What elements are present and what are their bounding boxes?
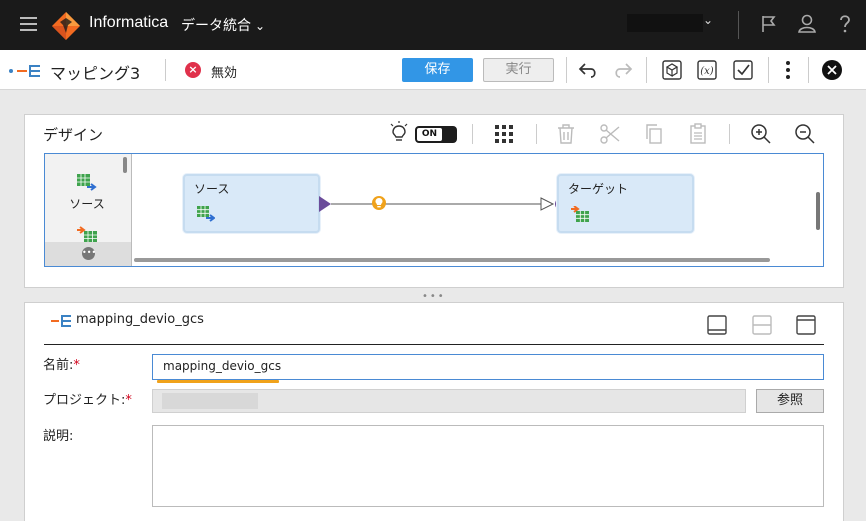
name-label: 名前:* (43, 354, 80, 373)
divider (165, 59, 166, 81)
palette-scrollbar[interactable] (123, 157, 127, 173)
zoom-in-icon[interactable] (749, 122, 773, 146)
redo-icon[interactable] (612, 59, 634, 81)
redacted-value (162, 393, 258, 409)
panel-split-layout-icon[interactable] (751, 314, 773, 336)
paste-icon[interactable] (686, 122, 710, 146)
source-icon (197, 206, 215, 222)
lightbulb-icon[interactable] (387, 120, 411, 144)
toggle-label: ON (417, 128, 442, 141)
svg-text:(x): (x) (700, 66, 714, 77)
panel-bottom-layout-icon[interactable] (706, 314, 728, 336)
mapping-canvas[interactable]: ソース ••• ソース ターゲット (44, 153, 824, 267)
required-mark: * (125, 393, 132, 408)
panel-maximize-layout-icon[interactable] (795, 314, 817, 336)
properties-panel: mapping_devio_gcs 名前:* mapping_devio_gcs… (24, 302, 844, 521)
source-node[interactable]: ソース (183, 174, 320, 233)
cut-icon[interactable] (598, 122, 622, 146)
design-panel: デザイン ON ソース ••• ソース ターゲット (24, 114, 844, 288)
source-transform-icon[interactable] (77, 174, 97, 192)
smart-match-toggle[interactable]: ON (415, 126, 457, 143)
divider (808, 57, 809, 83)
divider (768, 57, 769, 83)
undo-icon[interactable] (577, 59, 599, 81)
properties-title: mapping_devio_gcs (76, 312, 204, 327)
palette-footer: ••• (45, 242, 131, 266)
user-menu[interactable] (627, 14, 703, 32)
target-node[interactable]: ターゲット (557, 174, 694, 233)
chevron-down-icon: ⌄ (255, 19, 266, 33)
name-field[interactable]: mapping_devio_gcs (152, 354, 824, 380)
mapping-title: マッピング3 (50, 64, 141, 83)
save-button[interactable]: 保存 (402, 58, 473, 82)
product-name: データ統合 (181, 18, 251, 34)
mapping-icon (51, 315, 71, 327)
divider (536, 124, 537, 144)
link-warning-icon[interactable] (371, 195, 387, 211)
project-field (152, 389, 746, 413)
package-icon[interactable] (661, 59, 683, 81)
run-button[interactable]: 実行 (483, 58, 554, 82)
node-label: ソース (194, 182, 230, 196)
menu-icon[interactable] (20, 17, 37, 31)
trash-icon[interactable] (554, 122, 578, 146)
project-label-text: プロジェクト: (43, 393, 126, 408)
divider (729, 124, 730, 144)
panel-resize-handle[interactable]: ••• (422, 291, 446, 302)
parameter-icon[interactable]: (x) (696, 59, 718, 81)
canvas-horizontal-scrollbar[interactable] (134, 258, 770, 262)
validate-icon[interactable] (732, 59, 754, 81)
transformation-palette: ソース ••• (45, 154, 132, 266)
link-connector[interactable] (317, 192, 567, 216)
canvas-vertical-scrollbar[interactable] (816, 192, 820, 230)
chevron-down-icon[interactable]: ⌄ (703, 13, 713, 27)
more-icon[interactable]: ••• (82, 247, 96, 260)
informatica-logo-icon (52, 12, 80, 40)
project-label: プロジェクト:* (43, 389, 132, 408)
copy-icon[interactable] (642, 122, 666, 146)
divider (44, 344, 824, 345)
user-icon[interactable] (796, 13, 818, 35)
mapping-icon (9, 65, 40, 77)
grid-layout-icon[interactable] (492, 122, 516, 146)
product-switcher[interactable]: データ統合 ⌄ (181, 15, 265, 35)
palette-source-label[interactable]: ソース (45, 195, 129, 212)
close-icon[interactable] (821, 59, 843, 81)
help-icon[interactable] (834, 13, 856, 35)
browse-button[interactable]: 参照 (756, 389, 824, 413)
brand-name: Informatica (89, 14, 169, 31)
spellcheck-underline (157, 380, 279, 383)
status-text: 無効 (211, 66, 238, 81)
target-transform-icon[interactable] (77, 226, 97, 242)
zoom-out-icon[interactable] (793, 122, 817, 146)
more-options-icon[interactable] (777, 59, 799, 81)
design-title: デザイン (43, 126, 104, 144)
required-mark: * (73, 358, 80, 373)
flag-icon[interactable] (758, 13, 780, 35)
divider (566, 57, 567, 83)
invalid-status-icon: × (185, 62, 201, 78)
mapping-toolbar: マッピング3 × 無効 保存 実行 (x) (0, 50, 866, 90)
divider (646, 57, 647, 83)
divider (472, 124, 473, 144)
description-label: 説明: (43, 429, 74, 444)
divider (738, 11, 739, 39)
top-bar: Informatica データ統合 ⌄ ⌄ (0, 0, 866, 50)
node-label: ターゲット (568, 182, 629, 196)
description-field[interactable] (152, 425, 824, 507)
target-icon (571, 206, 589, 222)
name-label-text: 名前: (43, 358, 74, 373)
